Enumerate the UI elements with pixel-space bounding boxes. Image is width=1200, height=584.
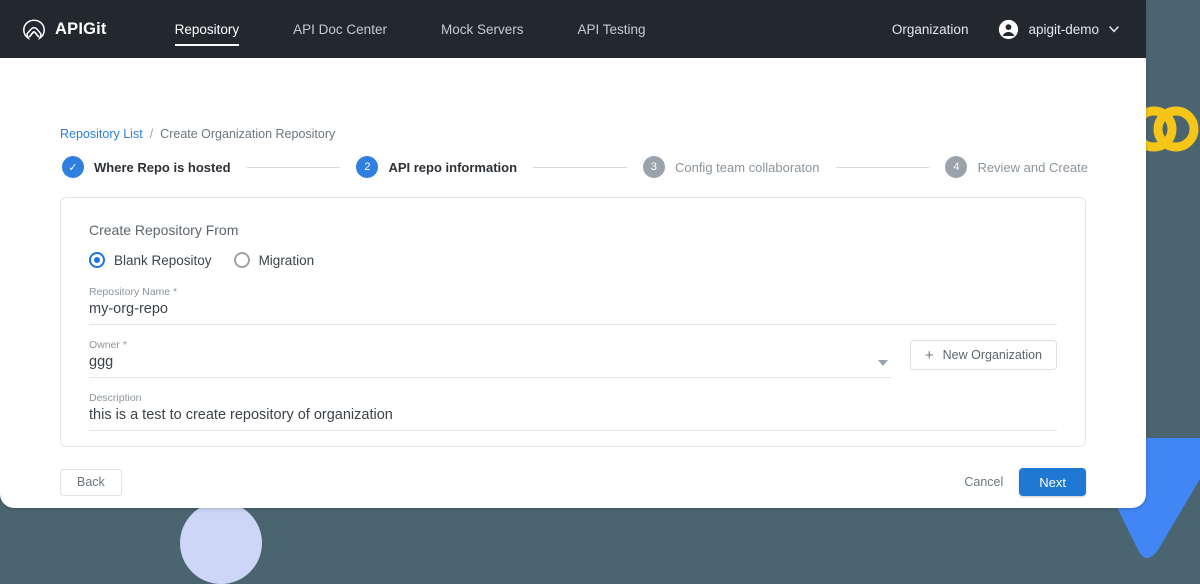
- step-3-label: Config team collaboraton: [674, 159, 820, 175]
- step-3-marker: 3: [642, 156, 665, 178]
- page-body: Repository List / Create Organization Re…: [0, 58, 1146, 508]
- description-input[interactable]: [89, 407, 1057, 430]
- radio-blank-repository-label: Blank Repositoy: [114, 252, 212, 268]
- organization-link[interactable]: Organization: [892, 22, 969, 37]
- owner-select-wrapper: Owner *: [89, 339, 892, 378]
- decorative-circle: [180, 502, 262, 584]
- step-connector-1: [246, 166, 341, 168]
- brand-logo[interactable]: APIGit: [22, 17, 107, 41]
- radio-option-migration[interactable]: Migration: [233, 252, 315, 268]
- nav-item-api-testing-label: API Testing: [577, 21, 646, 37]
- step-config-team-collaboration[interactable]: 3 Config team collaboraton: [642, 156, 820, 178]
- wizard-footer-actions: Back Cancel Next: [60, 468, 1086, 496]
- nav-item-repository-label: Repository: [174, 21, 240, 37]
- step-4-marker: 4: [945, 156, 968, 178]
- brand-name: APIGit: [55, 19, 107, 38]
- breadcrumb-separator: /: [149, 127, 154, 141]
- description-label: Description: [89, 392, 142, 404]
- owner-field-row: Owner * + New Organization: [89, 339, 1057, 378]
- owner-field: Owner * + New Organization: [89, 339, 1057, 378]
- radio-migration-label: Migration: [258, 252, 315, 268]
- repository-name-label: Repository Name *: [89, 286, 178, 298]
- breadcrumb: Repository List / Create Organization Re…: [60, 127, 335, 141]
- repository-name-underline: [89, 324, 1057, 325]
- step-2-label: API repo information: [388, 159, 518, 175]
- step-1-marker: ✓: [62, 156, 84, 178]
- app-window: APIGit Repository API Doc Center Mock Se…: [0, 0, 1146, 508]
- step-connector-3: [835, 166, 930, 168]
- user-menu[interactable]: apigit-demo: [998, 19, 1120, 40]
- step-2-marker: 2: [356, 156, 379, 178]
- account-circle-icon: [999, 19, 1019, 39]
- new-organization-button[interactable]: + New Organization: [909, 340, 1057, 370]
- description-field: Description: [89, 392, 1057, 431]
- nav-item-api-doc-center-label: API Doc Center: [293, 21, 387, 37]
- step-1-label: Where Repo is hosted: [94, 159, 231, 175]
- step-api-repo-information[interactable]: 2 API repo information: [356, 156, 517, 178]
- step-where-repo-is-hosted[interactable]: ✓ Where Repo is hosted: [62, 156, 231, 178]
- create-repository-form-card: Create Repository From Blank Repositoy M…: [60, 197, 1086, 447]
- next-button[interactable]: Next: [1019, 468, 1086, 496]
- step-connector-2: [533, 166, 627, 168]
- repository-source-radio-group: Blank Repositoy Migration: [89, 252, 1057, 268]
- repository-name-field: Repository Name *: [89, 286, 1057, 325]
- owner-underline: [89, 377, 892, 378]
- wizard-stepper: ✓ Where Repo is hosted 2 API repo inform…: [62, 156, 1088, 178]
- breadcrumb-current-page: Create Organization Repository: [160, 127, 336, 141]
- plus-icon: +: [924, 346, 934, 364]
- nav-item-api-doc-center[interactable]: API Doc Center: [293, 0, 387, 58]
- radio-option-blank-repository[interactable]: Blank Repositoy: [89, 252, 212, 268]
- new-organization-button-label: New Organization: [942, 348, 1042, 362]
- radio-blank-repository-mark: [89, 252, 105, 268]
- nav-right-group: Organization apigit-demo: [892, 0, 1120, 58]
- user-name: apigit-demo: [1028, 21, 1099, 37]
- nav-item-mock-servers-label: Mock Servers: [440, 21, 524, 37]
- chevron-down-icon: [1109, 26, 1119, 33]
- description-underline: [89, 430, 1057, 431]
- breadcrumb-repository-list-link[interactable]: Repository List: [60, 127, 143, 141]
- nav-items: Repository API Doc Center Mock Servers A…: [174, 0, 700, 58]
- top-navigation-bar: APIGit Repository API Doc Center Mock Se…: [0, 0, 1146, 58]
- owner-dropdown-caret-icon[interactable]: [877, 360, 888, 366]
- owner-label: Owner *: [89, 339, 127, 351]
- nav-item-mock-servers[interactable]: Mock Servers: [441, 0, 524, 58]
- back-button[interactable]: Back: [60, 468, 122, 496]
- nav-item-repository[interactable]: Repository: [174, 0, 240, 58]
- create-repository-from-title: Create Repository From: [89, 222, 239, 238]
- radio-migration-mark: [233, 252, 250, 268]
- nav-item-api-testing[interactable]: API Testing: [577, 0, 645, 58]
- owner-select-input[interactable]: [89, 354, 892, 377]
- step-review-and-create[interactable]: 4 Review and Create: [945, 156, 1088, 178]
- repository-name-input[interactable]: [89, 301, 1057, 324]
- cancel-button[interactable]: Cancel: [948, 475, 1019, 489]
- apigit-chevron-logo-icon: [23, 19, 45, 41]
- step-4-label: Review and Create: [977, 159, 1088, 175]
